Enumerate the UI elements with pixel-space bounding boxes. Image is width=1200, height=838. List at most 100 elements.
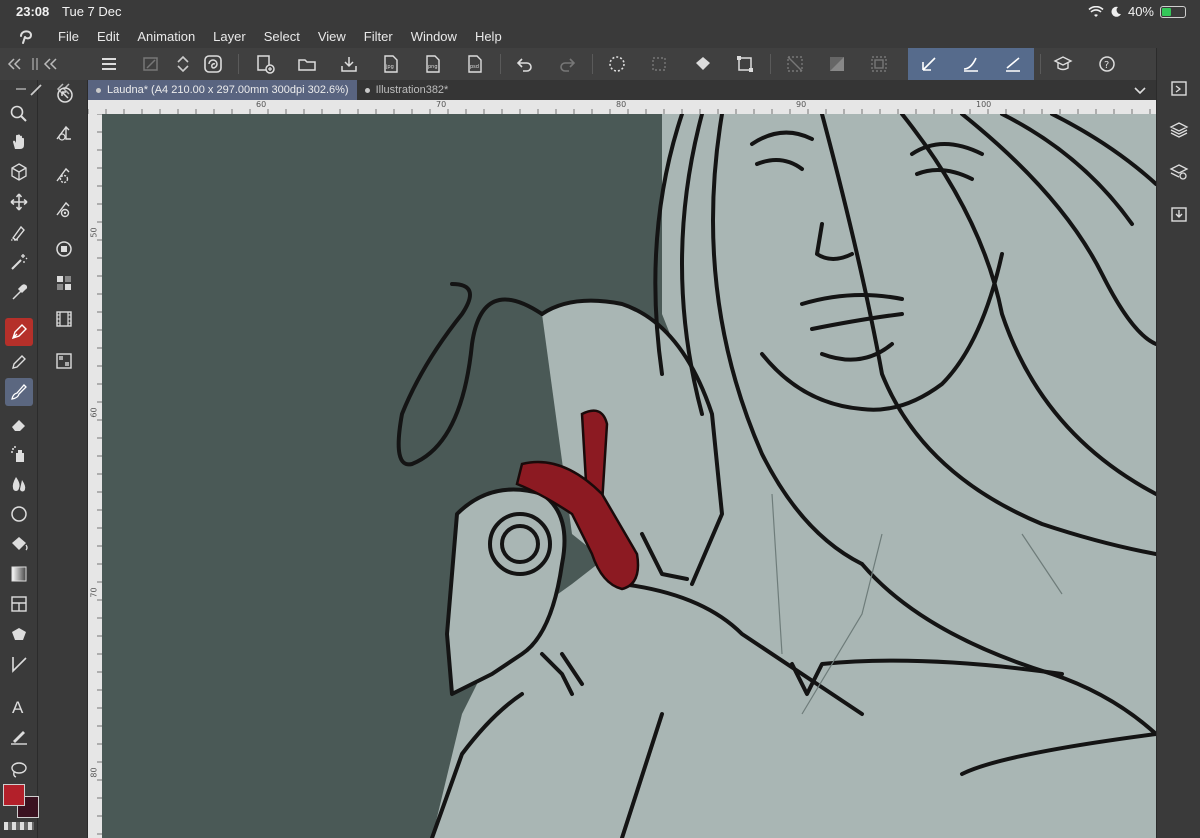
- lasso-tool-icon[interactable]: [5, 756, 33, 784]
- new-canvas-icon[interactable]: [252, 51, 278, 77]
- command-bar: jpg png psd ?: [0, 48, 1200, 80]
- wifi-icon: [1088, 5, 1104, 17]
- menu-layer[interactable]: Layer: [213, 29, 246, 44]
- pen-tool-icon[interactable]: [5, 318, 33, 346]
- figure-tool-icon[interactable]: [5, 500, 33, 528]
- app-settings-icon[interactable]: [138, 51, 164, 77]
- snap-to-special-ruler-icon[interactable]: [958, 51, 984, 77]
- snap-to-grid-icon[interactable]: [1000, 51, 1026, 77]
- airbrush-tool-icon[interactable]: [5, 440, 33, 468]
- export-jpg-icon[interactable]: jpg: [378, 51, 404, 77]
- status-right-group: 40%: [1088, 4, 1186, 19]
- transparent-color-swatch[interactable]: [4, 822, 34, 830]
- ruler-top: 60 70 80 90 100: [88, 100, 1156, 114]
- export-psd-icon[interactable]: psd: [462, 51, 488, 77]
- chevron-down-icon[interactable]: [1132, 82, 1148, 98]
- hand-tool-icon[interactable]: [5, 128, 33, 156]
- drawing-canvas[interactable]: [102, 114, 1156, 838]
- svg-text:A: A: [12, 698, 24, 716]
- pencil-tool-icon[interactable]: [5, 348, 33, 376]
- color-wheel-icon[interactable]: [51, 236, 77, 262]
- sub-tool-detail-icon[interactable]: [51, 120, 77, 146]
- tool-property-icon[interactable]: [51, 162, 77, 188]
- battery-icon: [1160, 5, 1186, 18]
- brush-size-icon[interactable]: [51, 196, 77, 222]
- menu-animation[interactable]: Animation: [137, 29, 195, 44]
- export-png-icon[interactable]: png: [420, 51, 446, 77]
- transform-icon[interactable]: [732, 51, 758, 77]
- timeline-icon[interactable]: [51, 306, 77, 332]
- ruler-label: 70: [436, 100, 447, 109]
- eraser-tool-icon[interactable]: [5, 410, 33, 438]
- import-icon[interactable]: [1167, 202, 1191, 226]
- collapse-left-2-icon[interactable]: [38, 51, 64, 77]
- menu-edit[interactable]: Edit: [97, 29, 119, 44]
- snap-to-ruler-icon[interactable]: [916, 51, 942, 77]
- frame-border-tool-icon[interactable]: [5, 590, 33, 618]
- lineart-illustration: [396, 114, 1156, 838]
- gradient-tool-icon[interactable]: [5, 560, 33, 588]
- menu-help[interactable]: Help: [475, 29, 502, 44]
- ruler-label: 80: [89, 767, 99, 778]
- brush-tool-icon[interactable]: [5, 378, 33, 406]
- status-date: Tue 7 Dec: [62, 4, 122, 19]
- expand-selection-icon[interactable]: [866, 51, 892, 77]
- svg-text:psd: psd: [470, 64, 479, 70]
- hide-selection-icon[interactable]: [782, 51, 808, 77]
- companion-icon[interactable]: [200, 51, 226, 77]
- main-color-swatch[interactable]: [3, 784, 25, 806]
- move-tool-icon[interactable]: [5, 188, 33, 216]
- ruler-label: 90: [796, 100, 807, 109]
- save-icon[interactable]: [336, 51, 362, 77]
- text-tool-icon[interactable]: A: [5, 692, 33, 720]
- svg-text:png: png: [428, 64, 438, 70]
- menu-filter[interactable]: Filter: [364, 29, 393, 44]
- layer-search-icon[interactable]: [1167, 160, 1191, 184]
- menu-select[interactable]: Select: [264, 29, 300, 44]
- canvas-tab-bar: Laudna* (A4 210.00 x 297.00mm 300dpi 302…: [88, 80, 1156, 100]
- brush-preview-icon[interactable]: [24, 76, 50, 102]
- eyedropper-tool-icon[interactable]: [5, 278, 33, 306]
- open-folder-icon[interactable]: [294, 51, 320, 77]
- ruler-label: 80: [616, 100, 627, 109]
- ruler-label: 70: [89, 587, 99, 598]
- correct-line-tool-icon[interactable]: [5, 722, 33, 750]
- ruler-label: 100: [976, 100, 992, 109]
- zoom-tool-icon[interactable]: [5, 100, 33, 128]
- help-icon[interactable]: ?: [1094, 51, 1120, 77]
- app-logo-icon[interactable]: [0, 24, 52, 48]
- ruler-label: 60: [89, 407, 99, 418]
- blend-tool-icon[interactable]: [5, 470, 33, 498]
- object-3d-tool-icon[interactable]: [5, 158, 33, 186]
- svg-text:?: ?: [1104, 60, 1109, 71]
- menu-view[interactable]: View: [318, 29, 346, 44]
- auto-select-wand-icon[interactable]: [5, 248, 33, 276]
- selection-pen-tool-icon[interactable]: [5, 218, 33, 246]
- ruler-label: 50: [89, 227, 99, 238]
- fill-tool-icon[interactable]: [5, 530, 33, 558]
- scroll-arrows-icon[interactable]: [170, 51, 196, 77]
- balloon-tool-icon[interactable]: [5, 620, 33, 648]
- learn-icon[interactable]: [1050, 51, 1076, 77]
- layer-property-icon[interactable]: [1167, 76, 1191, 100]
- hamburger-menu-icon[interactable]: [96, 51, 122, 77]
- navigator-icon[interactable]: [52, 82, 78, 108]
- sub-tool-palette: [16, 80, 88, 838]
- battery-percent: 40%: [1127, 4, 1154, 19]
- layer-icon[interactable]: [1167, 118, 1191, 142]
- crop-icon[interactable]: [646, 51, 672, 77]
- ruler-tool-icon[interactable]: [5, 650, 33, 678]
- color-set-icon[interactable]: [51, 270, 77, 296]
- menu-window[interactable]: Window: [411, 29, 457, 44]
- right-palette: [1156, 48, 1200, 838]
- fill-icon[interactable]: [690, 51, 716, 77]
- menu-bar: File Edit Animation Layer Select View Fi…: [0, 24, 1200, 48]
- tab-laudna[interactable]: Laudna* (A4 210.00 x 297.00mm 300dpi 302…: [88, 80, 357, 100]
- clear-selection-icon[interactable]: [604, 51, 630, 77]
- undo-icon[interactable]: [512, 51, 538, 77]
- tab-illustration382[interactable]: Illustration382*: [357, 80, 457, 100]
- invert-selection-icon[interactable]: [824, 51, 850, 77]
- menu-file[interactable]: File: [58, 29, 79, 44]
- material-icon[interactable]: [51, 348, 77, 374]
- redo-icon[interactable]: [554, 51, 580, 77]
